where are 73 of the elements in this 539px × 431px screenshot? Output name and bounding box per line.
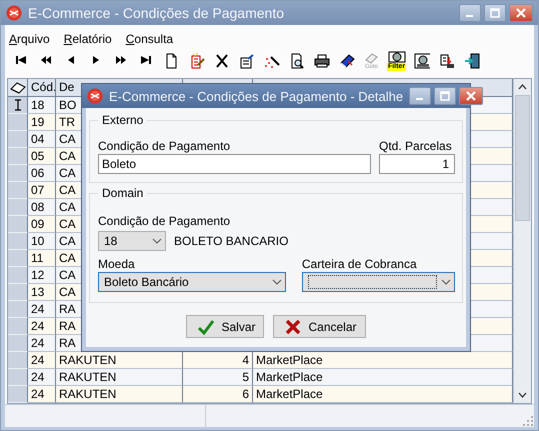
table-cell: MarketPlace (253, 369, 513, 386)
group-title: Domain (98, 186, 148, 200)
table-cell: 6 (183, 386, 253, 403)
export-icon[interactable] (438, 53, 454, 69)
save-button[interactable]: Salvar (186, 315, 264, 338)
field-label: Carteira de Cobranca (302, 257, 417, 271)
minimize-button[interactable] (459, 4, 481, 22)
chevron-down-icon[interactable] (152, 238, 162, 244)
table-cell: 05 (28, 148, 56, 165)
table-cell: 24 (28, 369, 56, 386)
table-cell: 04 (28, 131, 56, 148)
table-cell: 09 (28, 216, 56, 233)
x-icon (284, 318, 302, 336)
table-cell: 24 (28, 352, 56, 369)
resize-grip-icon[interactable] (522, 415, 534, 427)
book-icon (10, 82, 26, 94)
table-cell: RAKUTEN (56, 352, 183, 369)
edit-document-icon[interactable] (188, 53, 204, 69)
number-field[interactable]: 1 (379, 154, 455, 174)
close-button[interactable] (459, 87, 484, 105)
book-icon[interactable] (338, 53, 354, 69)
table-cell: 10 (28, 233, 56, 250)
chevron-down-icon[interactable] (272, 279, 282, 285)
close-button[interactable] (509, 4, 533, 22)
app-logo-icon (87, 88, 103, 104)
column-header[interactable]: Cód. (28, 79, 56, 97)
minimize-button[interactable] (409, 87, 432, 105)
table-cell: 24 (28, 386, 56, 403)
group-title: Externo (98, 113, 148, 127)
menu-item[interactable]: Arquivo (9, 32, 50, 46)
menu-item[interactable]: Consulta (126, 32, 174, 46)
table-cell: 24 (28, 318, 56, 335)
text-field[interactable]: Boleto (98, 154, 371, 174)
table-cell: 24 (28, 335, 56, 352)
maximize-button[interactable] (484, 4, 506, 22)
table-cell: 13 (28, 284, 56, 301)
app-logo-icon (6, 5, 22, 21)
window-title: E-Commerce - Condições de Pagamento (28, 5, 286, 21)
table-cell: 24 (28, 301, 56, 318)
monitor-icon[interactable] (414, 53, 430, 69)
table-cell: 11 (28, 250, 56, 267)
close-icon[interactable] (466, 91, 476, 101)
table-cell: 5 (183, 369, 253, 386)
print-preview-icon[interactable] (288, 53, 304, 69)
table-cell: 19 (28, 114, 56, 131)
new-document-icon[interactable] (164, 53, 180, 69)
table-cell: RAKUTEN (56, 386, 183, 403)
cancel-button[interactable]: Cancelar (273, 315, 366, 338)
chevron-down-icon[interactable] (441, 279, 451, 285)
delete-icon[interactable] (214, 53, 230, 69)
table-cell: MarketPlace (253, 386, 513, 403)
table-cell: 18 (28, 97, 56, 114)
dropdown[interactable]: Boleto Bancário (98, 272, 286, 292)
table-cell: 07 (28, 182, 56, 199)
dropdown[interactable]: 18 (98, 231, 166, 251)
table-cell: MarketPlace (253, 352, 513, 369)
table-cell: 12 (28, 267, 56, 284)
form-icon[interactable] (238, 53, 254, 69)
close-icon[interactable] (516, 8, 526, 18)
table-cell: RAKUTEN (56, 369, 183, 386)
text-cursor-icon (14, 99, 22, 111)
field-label: Qtd. Parcelas (379, 139, 452, 153)
table-cell: 06 (28, 165, 56, 182)
scrollbar-thumb[interactable] (515, 95, 530, 221)
check-icon (197, 318, 216, 336)
dropdown[interactable] (302, 272, 455, 292)
maximize-button[interactable] (434, 87, 456, 105)
exit-door-icon[interactable] (464, 53, 480, 69)
print-icon[interactable] (314, 53, 330, 69)
menu-item[interactable]: Relatório (64, 32, 112, 46)
table-cell: 4 (183, 352, 253, 369)
table-cell: 08 (28, 199, 56, 216)
scrollbar[interactable] (513, 79, 531, 403)
